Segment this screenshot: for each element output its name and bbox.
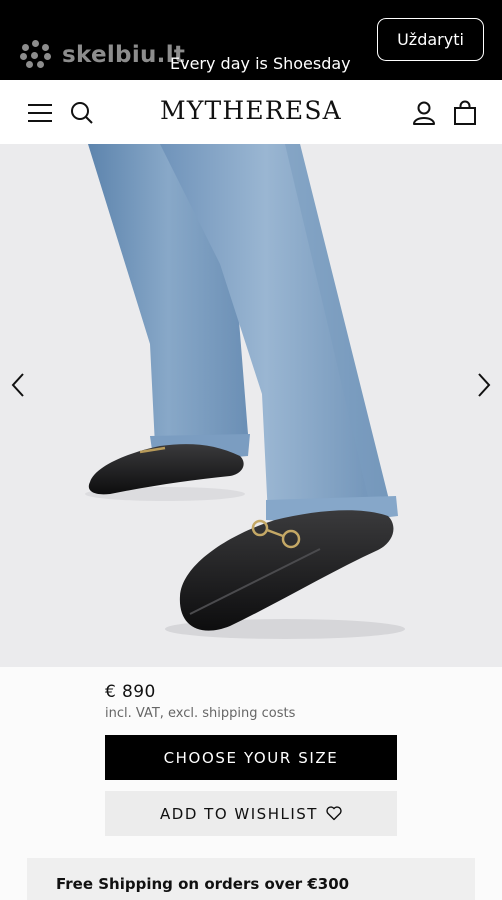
skelbiu-watermark: skelbiu.lt [20,40,185,70]
close-button[interactable]: Uždaryti [377,18,484,61]
shopping-bag-icon[interactable] [452,100,478,126]
promo-text: Every day is Shoesday [170,54,351,73]
prev-image-button[interactable] [6,370,30,400]
product-photo [0,144,502,667]
heart-icon [326,806,342,821]
skelbiu-brand: skelbiu.lt [62,42,186,68]
site-header: MYTHERESA [0,80,502,144]
choose-size-label: CHOOSE YOUR SIZE [163,748,339,767]
shipping-banner: Free Shipping on orders over €300 [27,858,475,900]
skelbiu-logo-icon [20,40,54,70]
product-price: € 890 [105,682,156,702]
chevron-right-icon [478,373,491,397]
add-to-wishlist-button[interactable]: ADD TO WISHLIST [105,791,397,836]
next-image-button[interactable] [472,370,496,400]
product-image[interactable] [0,144,502,667]
chevron-left-icon [11,373,24,397]
shipping-text: Free Shipping on orders over €300 [56,875,350,893]
wishlist-label: ADD TO WISHLIST [160,804,318,823]
promo-bar: skelbiu.lt Every day is Shoesday Uždaryt… [0,0,502,80]
product-info: € 890 incl. VAT, excl. shipping costs CH… [0,667,502,900]
account-icon[interactable] [411,100,437,126]
price-tax-note: incl. VAT, excl. shipping costs [105,706,296,721]
choose-size-button[interactable]: CHOOSE YOUR SIZE [105,735,397,780]
